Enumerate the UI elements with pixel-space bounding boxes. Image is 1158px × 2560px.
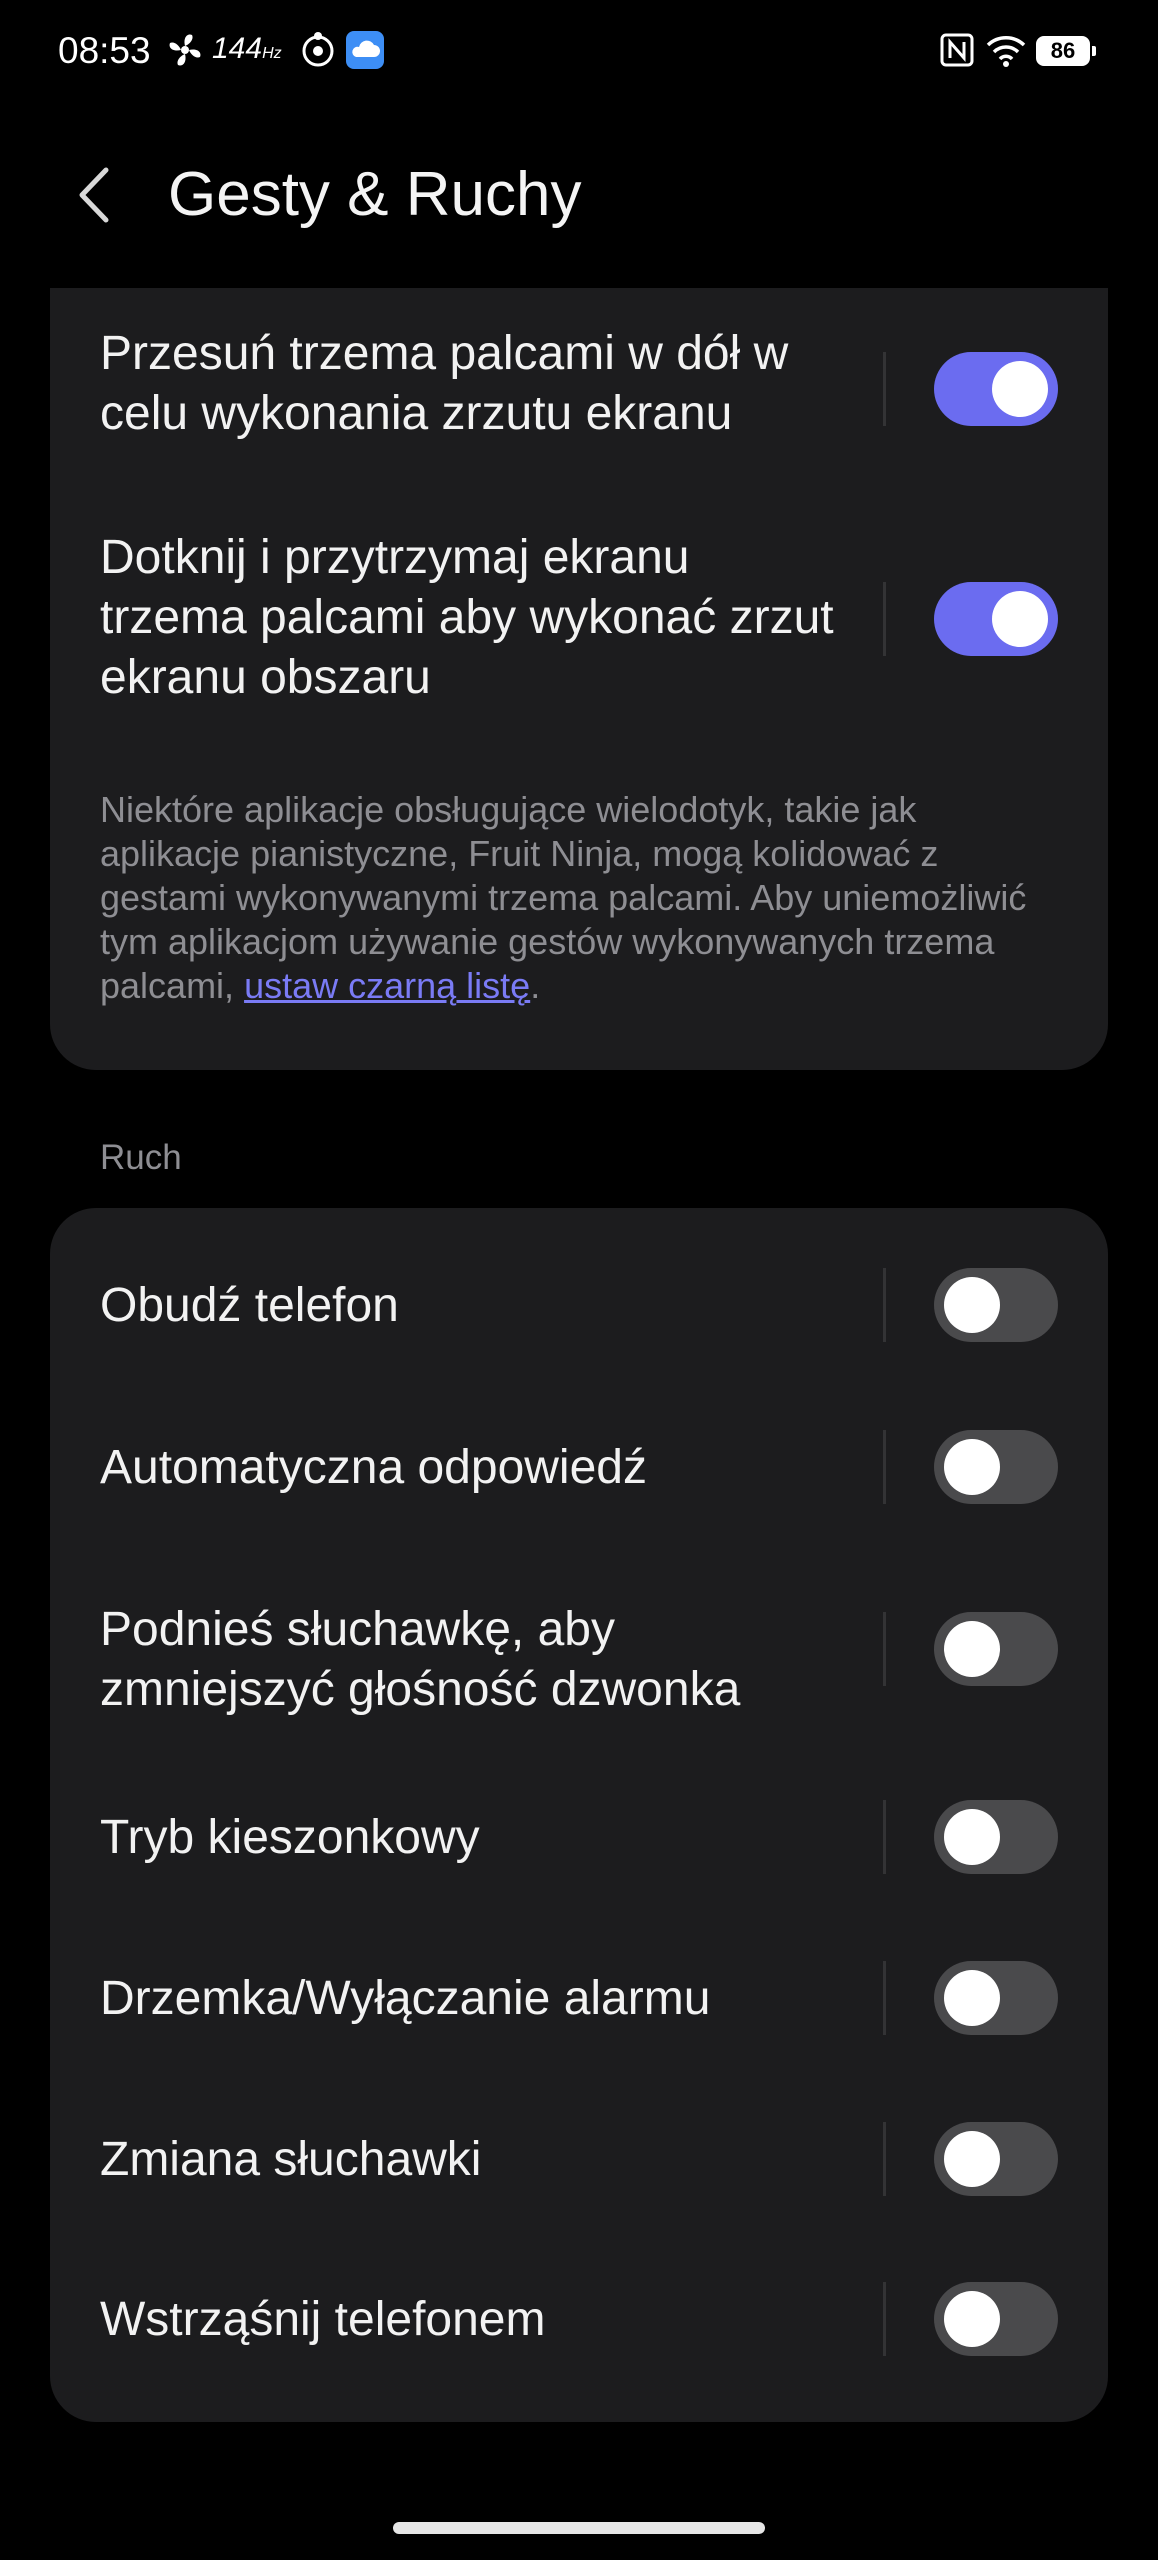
note-end: . xyxy=(530,965,541,1006)
toggle-knob xyxy=(944,2291,1000,2347)
row-divider xyxy=(883,2122,886,2196)
toggle-knob xyxy=(944,2131,1000,2187)
setting-label: Wstrząśnij telefonem xyxy=(100,2293,546,2346)
setting-label: Tryb kieszonkowy xyxy=(100,1811,480,1864)
row-divider xyxy=(883,1268,886,1342)
setting-label: Przesuń trzema palcami w dół w celu wyko… xyxy=(100,327,789,440)
toggle-knob xyxy=(944,1970,1000,2026)
toggle-switch-pocket-mode[interactable] xyxy=(934,1800,1058,1874)
status-time: 08:53 xyxy=(58,30,151,71)
assistant-icon xyxy=(302,32,334,67)
toggle-switch-three-finger-hold[interactable] xyxy=(934,582,1058,656)
row-divider xyxy=(883,1430,886,1504)
motion-card: Obudź telefon Automatyczna odpowiedź Pod… xyxy=(50,1208,1108,2422)
setting-label: Drzemka/Wyłączanie alarmu xyxy=(100,1972,711,2025)
back-arrow-icon[interactable] xyxy=(62,160,132,230)
toggle-knob xyxy=(992,591,1048,647)
toggle-knob xyxy=(992,361,1048,417)
toggle-knob xyxy=(944,1809,1000,1865)
info-note: Niektóre aplikacje obsługujące wielodoty… xyxy=(100,788,1060,1008)
toggle-knob xyxy=(944,1277,1000,1333)
setting-label: Automatyczna odpowiedź xyxy=(100,1441,647,1494)
setting-row-wake-phone[interactable]: Obudź telefon xyxy=(50,1268,1108,1342)
toggle-switch-earpiece-switch[interactable] xyxy=(934,2122,1058,2196)
setting-row-auto-answer[interactable]: Automatyczna odpowiedź xyxy=(50,1430,1108,1504)
status-bar: 08:53 144Hz 86 xyxy=(0,0,1158,110)
settings-screen: 08:53 144Hz 86 Gesty & Ruchy Przesuń trz… xyxy=(0,0,1158,2560)
toggle-switch-wake-phone[interactable] xyxy=(934,1268,1058,1342)
row-divider xyxy=(883,582,886,656)
gestures-card: Przesuń trzema palcami w dół w celu wyko… xyxy=(50,288,1108,1070)
setting-row-three-finger-swipe[interactable]: Przesuń trzema palcami w dół w celu wyko… xyxy=(50,324,1108,454)
setting-label: Podnieś słuchawkę, aby zmniejszyć głośno… xyxy=(100,1603,741,1716)
battery-indicator: 86 xyxy=(1036,36,1096,66)
row-divider xyxy=(883,1612,886,1686)
fan-icon xyxy=(169,34,201,66)
section-header-motion: Ruch xyxy=(100,1138,182,1177)
setting-row-three-finger-hold[interactable]: Dotknij i przytrzymaj ekranu trzema palc… xyxy=(50,528,1108,718)
cloud-icon xyxy=(346,31,384,69)
setting-label: Zmiana słuchawki xyxy=(100,2133,482,2186)
refresh-rate: 144Hz xyxy=(212,32,282,66)
nfc-icon xyxy=(940,33,974,67)
row-divider xyxy=(883,352,886,426)
toggle-knob xyxy=(944,1439,1000,1495)
setting-row-pocket-mode[interactable]: Tryb kieszonkowy xyxy=(50,1800,1108,1874)
refresh-rate-value: 144 xyxy=(212,32,263,65)
row-divider xyxy=(883,1961,886,2035)
blacklist-link[interactable]: ustaw czarną listę xyxy=(244,965,530,1006)
app-header: Gesty & Ruchy xyxy=(0,140,1158,250)
setting-row-snooze-alarm[interactable]: Drzemka/Wyłączanie alarmu xyxy=(50,1961,1108,2035)
refresh-rate-unit: Hz xyxy=(262,45,282,62)
toggle-switch-shake-phone[interactable] xyxy=(934,2282,1058,2356)
home-indicator[interactable] xyxy=(393,2522,765,2534)
toggle-knob xyxy=(944,1621,1000,1677)
setting-row-earpiece-switch[interactable]: Zmiana słuchawki xyxy=(50,2122,1108,2196)
toggle-switch-lower-ringtone[interactable] xyxy=(934,1612,1058,1686)
toggle-switch-three-finger-swipe[interactable] xyxy=(934,352,1058,426)
toggle-switch-snooze-alarm[interactable] xyxy=(934,1961,1058,2035)
row-divider xyxy=(883,1800,886,1874)
setting-label: Dotknij i przytrzymaj ekranu trzema palc… xyxy=(100,531,834,704)
page-title: Gesty & Ruchy xyxy=(168,160,582,229)
setting-row-lower-ringtone[interactable]: Podnieś słuchawkę, aby zmniejszyć głośno… xyxy=(50,1592,1108,1722)
setting-label: Obudź telefon xyxy=(100,1279,399,1332)
setting-row-shake-phone[interactable]: Wstrząśnij telefonem xyxy=(50,2282,1108,2356)
wifi-icon xyxy=(986,36,1026,67)
toggle-switch-auto-answer[interactable] xyxy=(934,1430,1058,1504)
row-divider xyxy=(883,2282,886,2356)
note-text: Niektóre aplikacje obsługujące wielodoty… xyxy=(100,789,1027,1006)
